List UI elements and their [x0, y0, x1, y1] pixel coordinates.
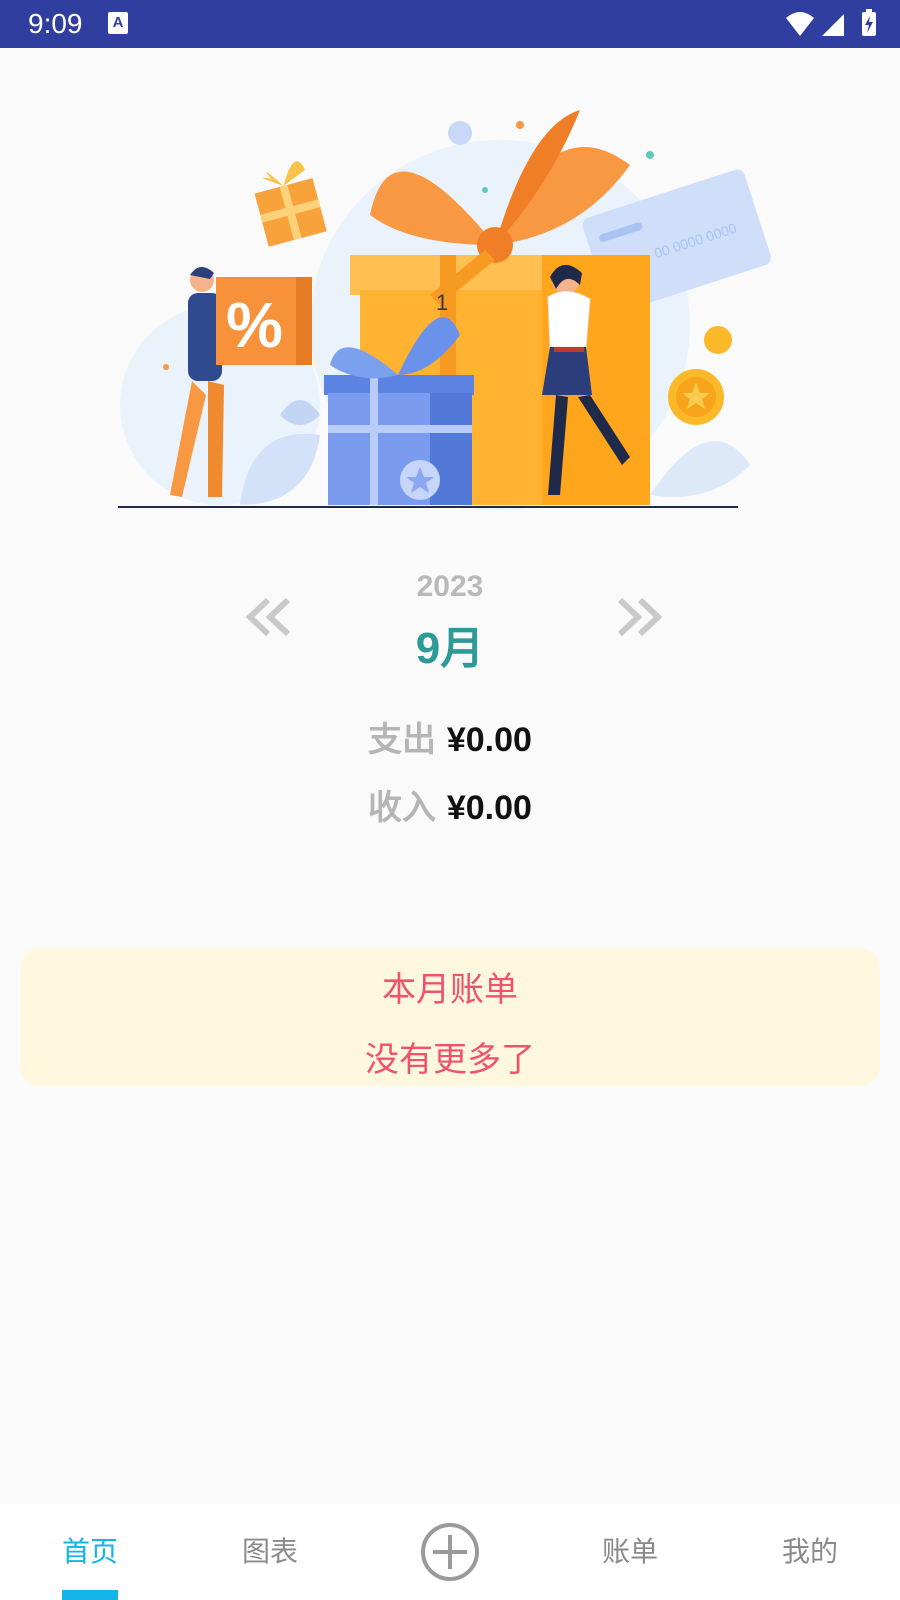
status-bar: 9:09 A	[0, 0, 900, 48]
notification-app-icon: A	[108, 12, 128, 34]
bill-card-title: 本月账单	[382, 970, 518, 1010]
gift-illustration: 00 0000 0000 1 %	[118, 110, 771, 510]
income-value: ¥0.00	[446, 789, 532, 827]
tab-charts[interactable]: 图表	[180, 1504, 360, 1600]
bottom-tab-bar: 首页 图表 账单 我的	[0, 1504, 900, 1600]
tab-home[interactable]: 首页	[0, 1504, 180, 1600]
expense-label: 支出	[368, 720, 437, 760]
signal-icon	[822, 14, 844, 36]
wifi-icon	[786, 12, 814, 36]
box-digit: 1	[436, 290, 448, 315]
monthly-bill-card: 本月账单 没有更多了	[20, 948, 880, 1086]
expense-summary: 支出 ¥0.00	[0, 712, 900, 761]
small-gift-illustration	[254, 161, 327, 247]
svg-text:%: %	[226, 289, 283, 361]
add-record-button[interactable]	[420, 1522, 480, 1582]
active-tab-indicator	[62, 1590, 118, 1600]
tab-bills[interactable]: 账单	[540, 1504, 720, 1600]
plus-circle-icon	[421, 1523, 479, 1581]
year-label: 2023	[416, 570, 484, 603]
status-icons	[782, 8, 882, 44]
tab-profile[interactable]: 我的	[720, 1504, 900, 1600]
status-time: 9:09	[28, 8, 83, 39]
income-summary: 收入 ¥0.00	[0, 780, 900, 829]
double-chevron-right-icon	[617, 597, 663, 637]
battery-icon	[862, 9, 876, 36]
income-label: 收入	[368, 788, 437, 828]
next-month-button[interactable]	[606, 592, 666, 642]
bill-empty-text: 没有更多了	[365, 1040, 535, 1080]
month-label: 9月	[415, 624, 485, 673]
expense-value: ¥0.00	[446, 721, 532, 759]
